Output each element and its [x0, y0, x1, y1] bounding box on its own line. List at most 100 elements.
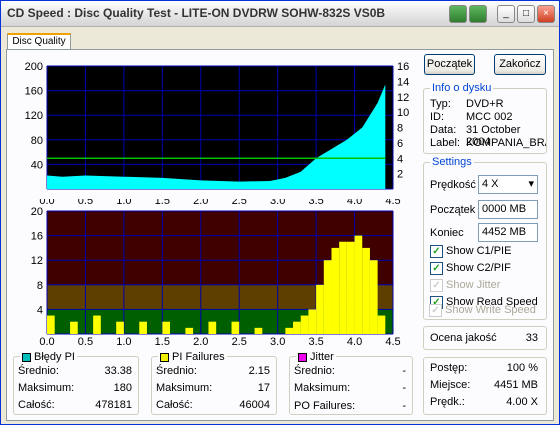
x-tick-label-top: 3.0: [270, 199, 285, 207]
start-label: Początek: [430, 204, 476, 216]
settings-title: Settings: [430, 156, 474, 168]
end-label: Koniec: [430, 227, 464, 239]
x-tick-label: 0.0: [39, 336, 54, 348]
pif-bar: [185, 327, 194, 334]
show-c2-label: Show C2/PIF: [446, 262, 511, 274]
pif-avg: 2.15: [248, 365, 270, 377]
show-c1-checkbox[interactable]: ✓: [430, 245, 443, 258]
end-button[interactable]: Zakończ: [494, 54, 546, 75]
pi-title: Błędy PI: [34, 351, 75, 363]
pif-bar: [139, 321, 147, 334]
jitter-legend-icon: [298, 352, 307, 362]
y2-tick-label: 4: [397, 153, 403, 165]
x-tick-label-top: 2.0: [193, 199, 208, 207]
y2-tick-label: 14: [397, 76, 409, 88]
maximize-icon[interactable]: □: [517, 5, 535, 23]
show-c1-label: Show C1/PIE: [446, 245, 512, 257]
pi-max: 180: [113, 382, 132, 394]
jitter-stats-box: Jitter Średnio: - Maksimum: - PO Failure…: [289, 351, 413, 415]
show-jitter-label: Show Jitter: [446, 279, 501, 291]
title-bar[interactable]: CD Speed : Disc Quality Test - LITE-ON D…: [1, 1, 559, 27]
pif-bar: [369, 260, 378, 334]
minimize-icon[interactable]: _: [497, 5, 515, 23]
pi-chart: 200 160 120 80 40 16 14 12 10 8 6 4 2: [25, 61, 409, 190]
x-tick-label-top: 2.5: [232, 199, 247, 207]
pi-stats-box: Błędy PI Średnio: 33.38 Maksimum: 180 Ca…: [13, 351, 139, 415]
id-label: ID:: [430, 111, 445, 123]
pif-bar: [293, 321, 301, 334]
pif-bar: [93, 315, 101, 334]
settings-group: Settings Prędkość 4 X ▾ Początek 0000 MB …: [423, 156, 547, 320]
y-tick-label: 160: [25, 86, 43, 98]
pif-bar: [331, 247, 340, 334]
show-c2-checkbox[interactable]: ✓: [430, 262, 443, 275]
type-label: Typ:: [430, 98, 451, 110]
progress-label: Postęp:: [430, 362, 468, 374]
jitter-title: Jitter: [310, 351, 334, 363]
position-label: Miejsce:: [430, 379, 471, 391]
date-label: Data:: [430, 124, 457, 136]
jitter-avg: -: [402, 365, 406, 377]
disc-info-group: Info o dysku Typ: DVD+R ID: MCC 002 Data…: [423, 82, 547, 154]
x-tick-label: 0.5: [78, 336, 93, 348]
start-field[interactable]: 0000 MB: [478, 200, 538, 219]
y-tick-label: 16: [31, 231, 43, 243]
x-tick-label: 1.5: [155, 336, 170, 348]
x-tick-label-top: 0.5: [78, 199, 93, 207]
pif-bar: [323, 260, 332, 334]
chevron-down-icon: ▾: [528, 178, 534, 190]
close-icon[interactable]: ×: [537, 5, 555, 23]
y-tick-label: 20: [31, 206, 43, 218]
pif-bar: [208, 321, 217, 334]
pif-bar: [162, 321, 171, 334]
pif-max-label: Maksimum:: [156, 382, 213, 394]
y2-tick-label: 2: [397, 169, 403, 181]
progress-value: 100 %: [506, 362, 538, 374]
save-icon[interactable]: [469, 5, 487, 23]
speed-readout-label: Prędk.:: [430, 396, 465, 408]
progress-box: Postęp: 100 % Miejsce: 4451 MB Prędk.: 4…: [423, 357, 547, 415]
speed-readout-value: 4.00 X: [506, 396, 538, 408]
x-tick-label-top: 4.5: [385, 199, 400, 207]
x-tick-label: 2.5: [232, 336, 247, 348]
y-tick-label: 120: [25, 110, 43, 122]
jitter-avg-label: Średnio:: [294, 365, 335, 377]
x-tick-label-top: 3.5: [308, 199, 323, 207]
y2-tick-label: 8: [397, 123, 403, 135]
disc-id: MCC 002: [466, 111, 513, 123]
tab-disc-quality[interactable]: Disc Quality: [7, 33, 71, 50]
pif-max: 17: [257, 382, 270, 394]
x-tick-label: 2.0: [193, 336, 208, 348]
x-tick-label: 3.5: [308, 336, 323, 348]
screenshot-icon[interactable]: [449, 5, 467, 23]
x-tick-label: 3.0: [270, 336, 285, 348]
x-tick-label: 1.0: [116, 336, 131, 348]
pif-avg-label: Średnio:: [156, 365, 197, 377]
speed-select[interactable]: 4 X ▾: [478, 175, 538, 194]
y-tick-label: 200: [25, 61, 43, 73]
pif-legend-icon: [160, 352, 169, 362]
y-tick-label: 4: [37, 304, 43, 316]
pif-total: 46004: [239, 399, 270, 411]
pi-max-label: Maksimum:: [18, 382, 75, 394]
y-tick-label: 80: [31, 135, 43, 147]
y2-tick-label: 16: [397, 61, 409, 73]
start-button[interactable]: Początek: [424, 54, 475, 75]
y2-tick-label: 12: [397, 92, 409, 104]
window-title: CD Speed : Disc Quality Test - LITE-ON D…: [7, 6, 386, 20]
pi-legend-icon: [22, 352, 31, 362]
y2-tick-label: 6: [397, 138, 403, 150]
pif-bar: [300, 315, 309, 334]
pif-bar: [346, 241, 355, 334]
pif-bar: [362, 247, 370, 334]
pif-bar: [47, 315, 55, 334]
pi-avg-label: Średnio:: [18, 365, 59, 377]
pif-stats-box: PI Failures Średnio: 2.15 Maksimum: 17 C…: [151, 351, 277, 415]
disc-info-title: Info o dysku: [430, 82, 494, 94]
label-label: Label:: [430, 137, 460, 149]
x-tick-label-top: 1.5: [155, 199, 170, 207]
pif-bar: [285, 327, 294, 334]
pif-bar: [254, 327, 263, 334]
disc-type: DVD+R: [466, 98, 504, 110]
end-field[interactable]: 4452 MB: [478, 223, 538, 242]
